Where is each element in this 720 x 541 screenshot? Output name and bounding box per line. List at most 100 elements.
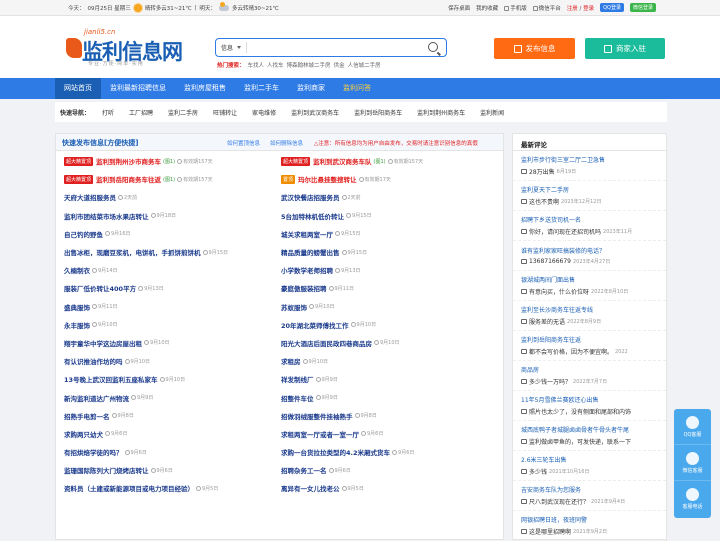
clock-icon bbox=[144, 340, 149, 346]
comment-post-link[interactable]: 2.6米三轮车出售 bbox=[521, 455, 658, 464]
quick-link[interactable]: 工厂招聘 bbox=[129, 108, 153, 117]
nav-merchants[interactable]: 监利商家 bbox=[288, 78, 334, 99]
quick-link[interactable]: 家电维修 bbox=[252, 108, 276, 117]
listing-title-link[interactable]: 有认识推油作坊的吗 bbox=[64, 356, 123, 366]
qq-service-button[interactable]: QQ客服 bbox=[674, 409, 711, 445]
login-link[interactable]: 登录 bbox=[583, 6, 594, 12]
nav-housing[interactable]: 监利房屋租售 bbox=[175, 78, 235, 99]
listing-title-link[interactable]: 监利市团结菜市场水果店转让 bbox=[64, 211, 149, 221]
quick-link[interactable]: 监利到荆州商务车 bbox=[417, 108, 465, 117]
listing-title-link[interactable]: 招聘杂务工一名 bbox=[281, 465, 327, 475]
comment-post-link[interactable]: 监利夏天下二手房 bbox=[521, 185, 658, 194]
listing-title-link[interactable]: 有招烘焙学徒的吗？ bbox=[64, 447, 123, 457]
listing-title-link[interactable]: 求租房 bbox=[281, 356, 301, 366]
listing-row: 永丰服饰 9月10日 bbox=[64, 316, 282, 334]
listing-title-link[interactable]: 招整件车位 bbox=[281, 393, 314, 403]
clock-icon bbox=[392, 449, 398, 455]
comment-post-link[interactable]: 招聘下乡送货司机一名 bbox=[521, 215, 658, 224]
listing-title-link[interactable]: 豪庭傲服装招聘 bbox=[281, 283, 327, 293]
listing-title-link[interactable]: 小学数学老师招聘 bbox=[281, 265, 333, 275]
listing-title-link[interactable]: 求购两只幼犬 bbox=[64, 429, 103, 439]
listing-title-link[interactable]: 监利到岳阳商务车往返 bbox=[96, 174, 161, 184]
comment-post-link[interactable]: 监利至长沙商务车往返专线 bbox=[521, 305, 658, 314]
listing-title-link[interactable]: 新沟监利道达广州物流 bbox=[64, 393, 129, 403]
nav-home[interactable]: 网站首页 bbox=[55, 78, 101, 99]
post-info-button[interactable]: 发布信息 bbox=[494, 38, 575, 59]
search-icon[interactable] bbox=[428, 42, 438, 52]
listing-date: 9月10日 bbox=[130, 358, 151, 365]
phone-service-button[interactable]: 客服电话 bbox=[674, 481, 711, 517]
nav-jobs[interactable]: 监利最新招聘信息 bbox=[101, 78, 175, 99]
listing-title-link[interactable]: 自己钓的野鱼 bbox=[64, 229, 103, 239]
listing-title-link[interactable]: 求租两室一厅或者一室一厅 bbox=[281, 429, 359, 439]
logo-mark-icon bbox=[66, 38, 82, 58]
how-to-delete-link[interactable]: 如何删除信息 bbox=[270, 139, 303, 147]
hot-item[interactable]: 博森翰林城二手房 bbox=[287, 61, 331, 69]
quick-link[interactable]: 旺铺转让 bbox=[213, 108, 237, 117]
how-to-pin-link[interactable]: 如何置顶信息 bbox=[227, 139, 260, 147]
listing-title-link[interactable]: 玛尔比悬挂整搜转让 bbox=[298, 174, 357, 184]
listing-title-link[interactable]: 招熟手电剪一名 bbox=[64, 411, 110, 421]
listing-title-link[interactable]: 监利到武汉商务车队 bbox=[313, 156, 372, 166]
register-link[interactable]: 注册 bbox=[567, 6, 578, 12]
listing-title-link[interactable]: 盛典服饰 bbox=[64, 302, 90, 312]
listing-title-link[interactable]: 永丰服饰 bbox=[64, 320, 90, 330]
comment-post-link[interactable]: 银湖城两间门面出售 bbox=[521, 275, 658, 284]
listing-title-link[interactable]: 监利到荆州沙市商务车 bbox=[96, 156, 161, 166]
comment-post-link[interactable]: 监利到岳阳商务车往返 bbox=[521, 335, 658, 344]
listing-title-link[interactable]: 5台加特林机低价转让 bbox=[281, 211, 344, 221]
hot-item[interactable]: 车找人 bbox=[248, 61, 265, 69]
quick-link[interactable]: 打听 bbox=[102, 108, 114, 117]
listing-date: 9月9日 bbox=[321, 376, 338, 383]
listing-title-link[interactable]: 久楠制衣 bbox=[64, 265, 90, 275]
comment-post-link[interactable]: 监利市步行街三室二厅二卫急售 bbox=[521, 155, 658, 164]
listing-title-link[interactable]: 翔宇童华中学这边房屋出租 bbox=[64, 338, 142, 348]
listing-title-link[interactable]: 13号晚上武汉回监利五座私家车 bbox=[64, 374, 158, 384]
clock-icon bbox=[361, 431, 366, 437]
listing-title-link[interactable]: 武汉快餐店招服务员 bbox=[281, 192, 340, 202]
listing-title-link[interactable]: 资料员（土建或新能源项目或电力项目经验） bbox=[64, 483, 194, 493]
merchant-join-button[interactable]: 商家入驻 bbox=[585, 38, 665, 59]
listing-title-link[interactable]: 城关求租两室一厅 bbox=[281, 229, 333, 239]
wechat-link[interactable]: 微信平台 bbox=[532, 4, 561, 12]
listing-title-link[interactable]: 阳光大酒店后面民政四巷商品房 bbox=[281, 338, 372, 348]
listing-title-link[interactable]: 出售冰柜，现磨豆浆机，电饼机，手抓饼煎饼机 bbox=[64, 247, 201, 257]
comment-post-link[interactable]: 城西底鸭子者城腿卤卤骨者牛骨头者牛尾 bbox=[521, 425, 658, 434]
comment-post-link[interactable]: 吉安商务车队为您服务 bbox=[521, 485, 658, 494]
listing-title-link[interactable]: 精品质量的螃蟹出售 bbox=[281, 247, 340, 257]
hot-item[interactable]: 人信城二手房 bbox=[348, 61, 381, 69]
comment-post-link[interactable]: 网银招聘日班，夜班同警 bbox=[521, 515, 658, 524]
listing-title-link[interactable]: 服装厂低价转让400平方 bbox=[64, 283, 136, 293]
listing-title-link[interactable]: 天府大道招服务员 bbox=[64, 192, 116, 202]
listing-title-link[interactable]: 离异有一女儿找老公 bbox=[281, 483, 340, 493]
comment-post-link[interactable]: 11年5月雪佛兰赛欧还心出售 bbox=[521, 395, 658, 404]
clock-icon bbox=[150, 467, 156, 473]
listing-date: 9月8日 bbox=[360, 413, 377, 420]
save-desktop-link[interactable]: 保存桌面 bbox=[448, 4, 470, 12]
quick-link[interactable]: 监利到武汉商务车 bbox=[291, 108, 339, 117]
nav-qa[interactable]: 监利问答 bbox=[334, 78, 380, 99]
wechat-service-button[interactable]: 微信客服 bbox=[674, 445, 711, 481]
search-input[interactable] bbox=[250, 41, 420, 54]
listing-title-link[interactable]: 监珊国际陈列大门烧烤店转让 bbox=[64, 465, 149, 475]
wechat-login-button[interactable]: 微信登录 bbox=[629, 3, 656, 12]
nav-used-cars[interactable]: 监利二手车 bbox=[235, 78, 288, 99]
search-category-select[interactable]: 信息 bbox=[221, 43, 233, 52]
quick-link[interactable]: 监利到岳阳商务车 bbox=[354, 108, 402, 117]
hot-item[interactable]: 人找车 bbox=[267, 61, 284, 69]
favorites-link[interactable]: 我的收藏 bbox=[476, 4, 498, 12]
listing-title-link[interactable]: 招做羽绒服整件挂袖熟手 bbox=[281, 411, 353, 421]
mobile-link[interactable]: 手机版 bbox=[504, 4, 527, 12]
hot-item[interactable]: 供金 bbox=[334, 61, 345, 69]
comment-post-link[interactable]: 商品房 bbox=[521, 365, 658, 374]
comment-item: 监利夏天下二手房 这也不贵啊 2023年12月12日 bbox=[513, 181, 666, 211]
qq-login-button[interactable]: QQ登录 bbox=[600, 3, 624, 12]
comment-post-link[interactable]: 谁有监利家家旺搞装修的电话？ bbox=[521, 246, 658, 255]
listing-title-link[interactable]: 求购一台货拉拉类型的4.2米厢式货车 bbox=[281, 447, 390, 457]
listing-title-link[interactable]: 苏蚁服饰 bbox=[281, 302, 307, 312]
quick-link[interactable]: 监利二手房 bbox=[168, 108, 198, 117]
site-logo[interactable]: jianli5.cn 监利信息网 专业·方便·简单·实用 bbox=[66, 28, 196, 70]
quick-link[interactable]: 监利新闻 bbox=[480, 108, 504, 117]
listing-title-link[interactable]: 祥发制线厂 bbox=[281, 374, 314, 384]
listing-title-link[interactable]: 20年湖北菜师傅找工作 bbox=[281, 320, 349, 330]
